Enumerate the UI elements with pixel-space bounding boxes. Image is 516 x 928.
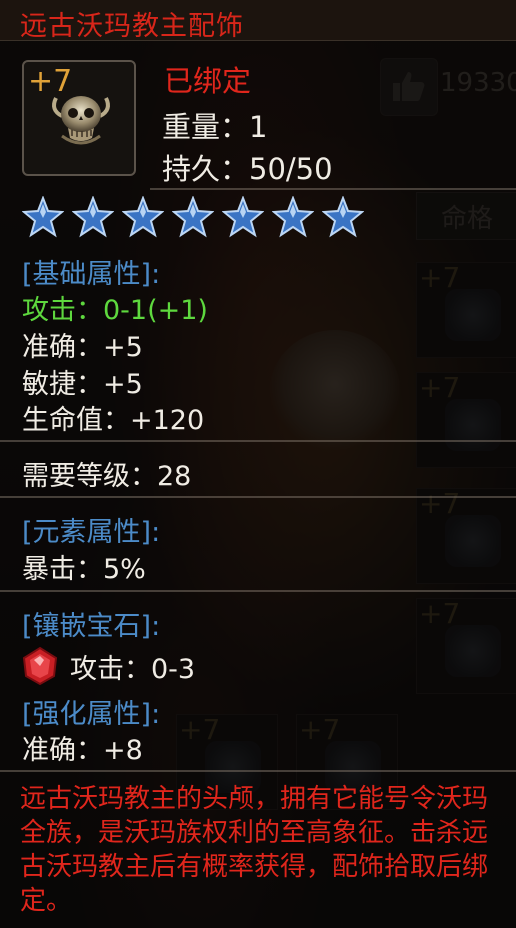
agility-stat: 敏捷：+5 [22,369,143,400]
hp-stat: 生命值：+120 [22,405,205,436]
bind-status: 已绑定 [164,64,252,98]
star-icon [222,196,264,238]
star-icon [122,196,164,238]
gem-section-header: [镶嵌宝石]: [22,611,161,642]
element-attributes-header: [元素属性]: [22,517,161,548]
gem-stat: 攻击：0-3 [70,653,196,685]
crit-stat: 暴击：5% [22,554,146,585]
basic-attributes-header: [基础属性]: [22,259,161,290]
divider [0,496,516,498]
star-icon [322,196,364,238]
divider [150,188,516,190]
attack-stat: 攻击：0-1(+1) [22,295,208,326]
star-icon [272,196,314,238]
star-icon [22,196,64,238]
skull-ornament-icon [52,96,110,145]
divider [0,440,516,442]
enhance-accuracy-stat: 准确：+8 [22,735,143,766]
accuracy-stat: 准确：+5 [22,332,143,363]
star-rating [22,196,364,238]
item-tooltip: 远古沃玛教主配饰 +7 已绑定 重量：1 持久：50/50 [基础属性]: 攻击… [0,0,516,928]
star-icon [72,196,114,238]
enhance-attributes-header: [强化属性]: [22,699,161,730]
red-gem-icon [22,646,58,686]
required-level: 需要等级：28 [22,461,192,492]
item-description: 远古沃玛教主的头颅，拥有它能号令沃玛全族，是沃玛族权利的至高象征。击杀远古沃玛教… [20,784,489,916]
gem-row: 攻击：0-3 [20,644,195,688]
item-weight: 重量：1 [162,110,268,144]
tooltip-title-bar: 远古沃玛教主配饰 [0,0,516,42]
item-name: 远古沃玛教主配饰 [20,11,244,42]
star-icon [172,196,214,238]
divider [0,590,516,592]
divider [0,770,516,772]
item-durability: 持久：50/50 [162,152,333,186]
item-icon-frame: +7 [22,60,136,176]
